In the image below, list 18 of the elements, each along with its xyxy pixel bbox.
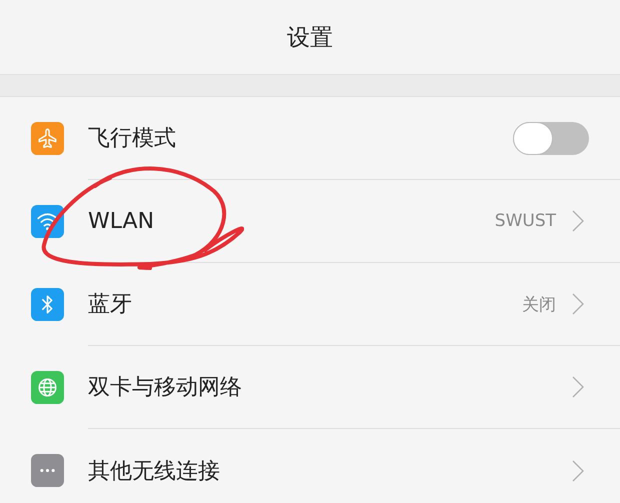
settings-item[interactable]: WLAN SWUST [0, 180, 620, 263]
chevron-icon [572, 293, 584, 315]
settings-item[interactable]: 双卡与移动网络 [0, 346, 620, 429]
item-value: 关闭 [522, 294, 556, 316]
item-label: 其他无线连接 [88, 458, 221, 486]
item-label: 蓝牙 [88, 291, 133, 319]
chevron-icon [572, 210, 584, 232]
settings-item[interactable]: 飞行模式 [0, 97, 620, 180]
toggle-switch[interactable] [513, 122, 589, 154]
chevron-icon [572, 460, 584, 482]
item-label: 飞行模式 [88, 125, 177, 153]
screen-title: 设置 [287, 24, 333, 52]
chevron-icon [572, 376, 584, 398]
settings-item[interactable]: 蓝牙 关闭 [0, 263, 620, 346]
item-value: SWUST [494, 211, 556, 231]
settings-item[interactable]: 其他无线连接 [0, 429, 620, 503]
item-label: 双卡与移动网络 [88, 374, 243, 402]
item-label: WLAN [88, 208, 156, 234]
